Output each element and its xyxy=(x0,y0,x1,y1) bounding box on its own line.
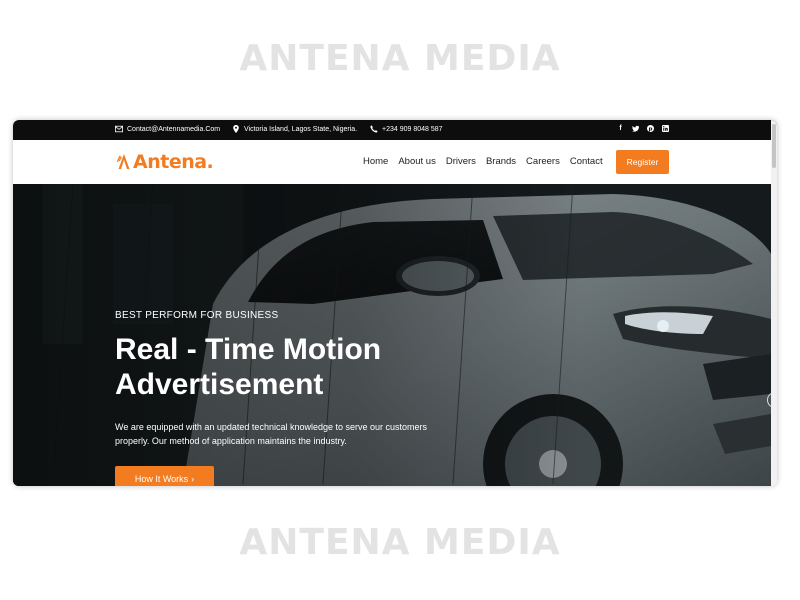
register-button[interactable]: Register xyxy=(616,150,669,174)
topbar-phone[interactable]: +234 909 8048 587 xyxy=(370,125,443,133)
topbar-email[interactable]: Contact@Antennamedia.Com xyxy=(115,125,220,133)
primary-nav: Home About us Drivers Brands Careers Con… xyxy=(363,156,603,167)
nav-home[interactable]: Home xyxy=(363,156,388,167)
map-pin-icon xyxy=(233,125,239,133)
hero-eyebrow: BEST PERFORM FOR BUSINESS xyxy=(115,310,279,321)
hero-description: We are equipped with an updated technica… xyxy=(115,422,428,446)
topbar-location: Victoria Island, Lagos State, Nigeria. xyxy=(232,125,357,133)
hero-section: BEST PERFORM FOR BUSINESS Real - Time Mo… xyxy=(13,184,771,486)
watermark-top: ANTENA MEDIA xyxy=(239,38,561,79)
pinterest-icon[interactable]: p xyxy=(647,125,654,132)
topbar-location-text: Victoria Island, Lagos State, Nigeria. xyxy=(244,125,358,133)
facebook-icon[interactable]: f xyxy=(617,125,624,132)
contact-topbar: Contact@Antennamedia.Com Victoria Island… xyxy=(13,120,777,140)
topbar-email-text: Contact@Antennamedia.Com xyxy=(127,125,221,133)
nav-drivers[interactable]: Drivers xyxy=(446,156,476,167)
watermark-bottom: ANTENA MEDIA xyxy=(239,522,561,563)
svg-text:p: p xyxy=(648,126,652,132)
social-links: f p xyxy=(617,125,669,132)
hero-title: Real - Time Motion Advertisement xyxy=(115,333,382,401)
page-scrollbar[interactable] xyxy=(771,120,777,486)
nav-careers[interactable]: Careers xyxy=(526,156,560,167)
linkedin-icon[interactable] xyxy=(662,125,669,132)
chevron-right-icon: › xyxy=(191,474,195,484)
nav-brands[interactable]: Brands xyxy=(486,156,516,167)
nav-about-us[interactable]: About us xyxy=(398,156,436,167)
brand-logo[interactable]: Antena. xyxy=(117,151,214,173)
main-navbar: Antena. Home About us Drivers Brands Car… xyxy=(13,140,777,184)
topbar-phone-text: +234 909 8048 587 xyxy=(382,125,443,133)
antenna-logo-icon xyxy=(117,154,130,169)
phone-icon xyxy=(370,125,378,133)
brand-logo-text: Antena. xyxy=(133,151,214,173)
browser-frame: Contact@Antennamedia.Com Victoria Island… xyxy=(13,120,777,486)
scrollbar-thumb[interactable] xyxy=(772,124,776,168)
how-it-works-button[interactable]: How It Works › xyxy=(115,466,214,486)
nav-contact[interactable]: Contact xyxy=(570,156,603,167)
twitter-icon[interactable] xyxy=(632,125,639,132)
how-it-works-label: How It Works xyxy=(134,474,189,484)
mail-icon xyxy=(115,125,123,133)
